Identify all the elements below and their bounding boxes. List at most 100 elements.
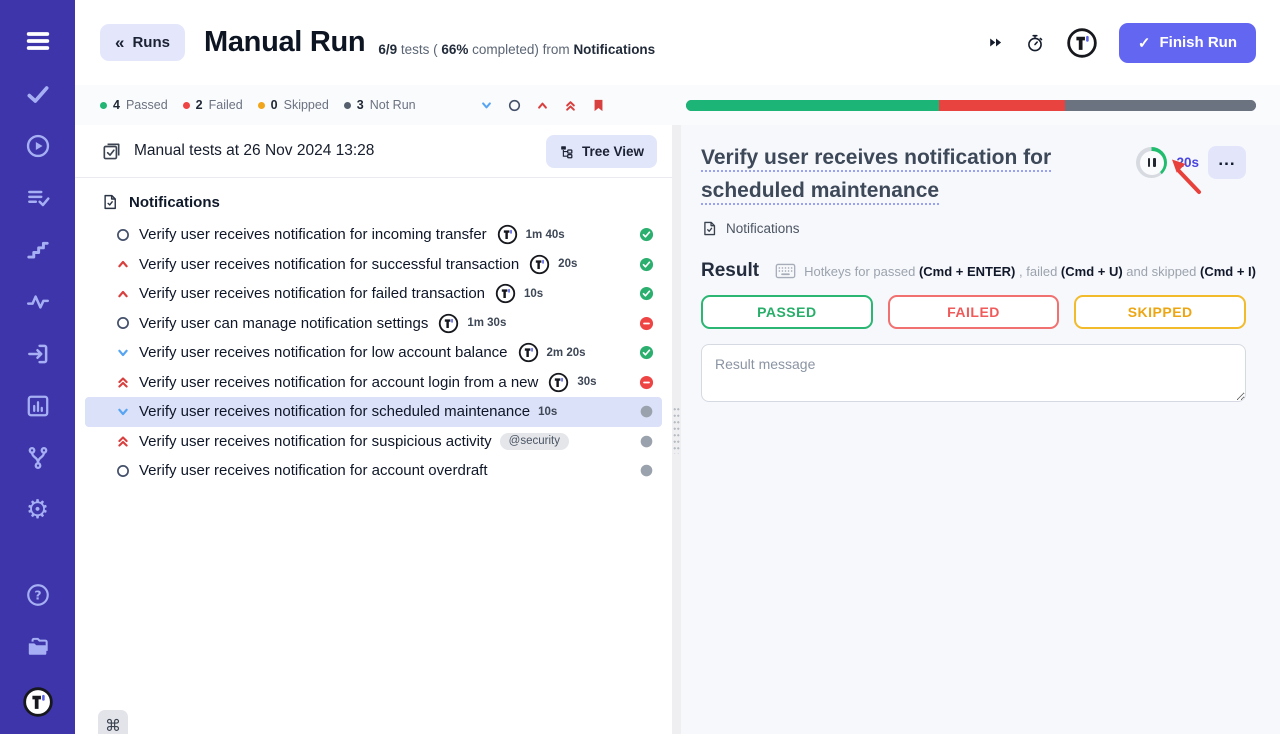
stat-not-run: 3Not Run: [344, 98, 416, 112]
stat-skipped: 0Skipped: [258, 98, 329, 112]
progress-segment: [939, 100, 1066, 111]
test-row[interactable]: Verify user can manage notification sett…: [85, 309, 662, 339]
pulse-activity-icon[interactable]: [25, 289, 51, 315]
status-notrun-icon: [639, 434, 654, 449]
test-detail-title: Verify user receives notification for sc…: [701, 141, 1083, 207]
main-area: « Runs Manual Run 6/9 tests ( 66% comple…: [75, 0, 1280, 734]
stats-group: 4Passed 2Failed 0Skipped 3Not Run: [100, 98, 431, 112]
more-options-button[interactable]: ...: [1208, 146, 1246, 179]
run-progress-subtitle: 6/9 tests ( 66% completed) from Notifica…: [378, 29, 655, 57]
steps-icon[interactable]: [25, 237, 51, 263]
priority-low-icon: [115, 345, 131, 361]
test-title: Verify user receives notification for sc…: [139, 403, 530, 420]
passed-button[interactable]: PASSED: [701, 295, 873, 329]
test-duration: 2m 20s: [547, 347, 586, 359]
status-dot-icon: [183, 102, 190, 109]
resize-handle[interactable]: [673, 406, 680, 454]
result-heading: Result: [701, 260, 759, 282]
help-icon[interactable]: ?: [25, 582, 51, 608]
suite-header[interactable]: Notifications: [75, 178, 672, 218]
test-title: Verify user receives notification for su…: [139, 433, 492, 450]
check-icon: ✓: [1138, 34, 1151, 52]
status-dot-icon: [258, 102, 265, 109]
test-row[interactable]: Verify user receives notification for su…: [85, 250, 662, 280]
result-message-input[interactable]: [701, 344, 1246, 402]
test-list-panel: Manual tests at 26 Nov 2024 13:28 Tree V…: [75, 125, 672, 734]
test-row[interactable]: Verify user receives notification for su…: [85, 427, 662, 457]
settings-gear-icon[interactable]: ⚙: [25, 497, 51, 523]
fast-forward-icon[interactable]: [987, 34, 1004, 51]
stat-failed: 2Failed: [183, 98, 243, 112]
finish-run-button[interactable]: ✓ Finish Run: [1119, 23, 1256, 63]
priority-normal-icon[interactable]: [507, 98, 522, 113]
test-row[interactable]: Verify user receives notification for in…: [85, 220, 662, 250]
test-title: Verify user receives notification for fa…: [139, 285, 485, 302]
keyboard-icon: [775, 263, 796, 279]
cmd-key-badge[interactable]: ⌘: [98, 710, 128, 734]
test-duration: 1m 40s: [526, 229, 565, 241]
import-icon[interactable]: [25, 341, 51, 367]
failed-button[interactable]: FAILED: [888, 295, 1060, 329]
testomat-badge-icon: [438, 313, 459, 334]
test-duration: 30s: [577, 376, 596, 388]
priority-critical-icon: [115, 374, 131, 390]
run-checklist-icon: [101, 141, 122, 162]
runs-play-icon[interactable]: [25, 133, 51, 159]
test-row[interactable]: Verify user receives notification for sc…: [85, 397, 662, 427]
stat-passed: 4Passed: [100, 98, 168, 112]
elapsed-timer: 20s: [1176, 155, 1199, 170]
pause-timer-button[interactable]: [1136, 147, 1167, 178]
priority-high-icon: [115, 256, 131, 272]
pause-icon: [1140, 151, 1164, 175]
header-actions: ✓ Finish Run: [987, 23, 1256, 63]
projects-folders-icon[interactable]: [25, 634, 51, 660]
stopwatch-icon[interactable]: [1025, 33, 1045, 53]
test-list: Verify user receives notification for in…: [75, 218, 672, 486]
testomat-logo-icon[interactable]: [22, 686, 54, 718]
test-title: Verify user receives notification for ac…: [139, 374, 538, 391]
test-duration: 20s: [558, 258, 577, 270]
tests-check-icon[interactable]: [25, 81, 51, 107]
run-header: Manual tests at 26 Nov 2024 13:28 Tree V…: [75, 125, 672, 178]
finish-run-label: Finish Run: [1160, 34, 1238, 51]
suite-name: Notifications: [129, 194, 220, 211]
priority-low-icon: [115, 404, 131, 420]
sidebar: ⚙?: [0, 0, 75, 734]
tree-view-label: Tree View: [582, 144, 644, 159]
content-row: Manual tests at 26 Nov 2024 13:28 Tree V…: [75, 125, 1280, 734]
document-check-icon: [101, 193, 119, 211]
menu-icon[interactable]: [24, 27, 52, 55]
tree-view-button[interactable]: Tree View: [546, 135, 657, 168]
back-to-runs-button[interactable]: « Runs: [100, 24, 185, 61]
bookmark-icon[interactable]: [591, 98, 606, 113]
branches-git-icon[interactable]: [25, 445, 51, 471]
panel-divider: [672, 125, 681, 734]
plans-list-check-icon[interactable]: [25, 185, 51, 211]
priority-normal-icon: [115, 315, 131, 331]
run-progress-bar: [686, 100, 1256, 111]
reports-chart-icon[interactable]: [25, 393, 51, 419]
priority-high-icon[interactable]: [535, 98, 550, 113]
testomat-logo-icon[interactable]: [1066, 27, 1098, 59]
status-bar: 4Passed 2Failed 0Skipped 3Not Run: [75, 85, 1280, 125]
test-row[interactable]: Verify user receives notification for ac…: [85, 368, 662, 398]
testomat-badge-icon: [495, 283, 516, 304]
status-passed-icon: [639, 257, 654, 272]
skipped-button[interactable]: SKIPPED: [1074, 295, 1246, 329]
status-passed-icon: [639, 286, 654, 301]
priority-low-icon[interactable]: [479, 98, 494, 113]
run-title: Manual tests at 26 Nov 2024 13:28: [134, 142, 374, 160]
page-title: Manual Run: [204, 26, 365, 59]
test-row[interactable]: Verify user receives notification for fa…: [85, 279, 662, 309]
detail-suite-line[interactable]: Notifications: [701, 220, 1246, 237]
test-title: Verify user can manage notification sett…: [139, 315, 428, 332]
testomat-badge-icon: [497, 224, 518, 245]
test-row[interactable]: Verify user receives notification for ac…: [85, 456, 662, 486]
progress-segment: [686, 100, 939, 111]
test-row[interactable]: Verify user receives notification for lo…: [85, 338, 662, 368]
verdict-buttons: PASSED FAILED SKIPPED: [701, 295, 1246, 329]
testomat-badge-icon: [548, 372, 569, 393]
priority-critical-icon[interactable]: [563, 98, 578, 113]
timer-controls: 20s ...: [1136, 146, 1246, 179]
progress-segment: [1065, 100, 1256, 111]
